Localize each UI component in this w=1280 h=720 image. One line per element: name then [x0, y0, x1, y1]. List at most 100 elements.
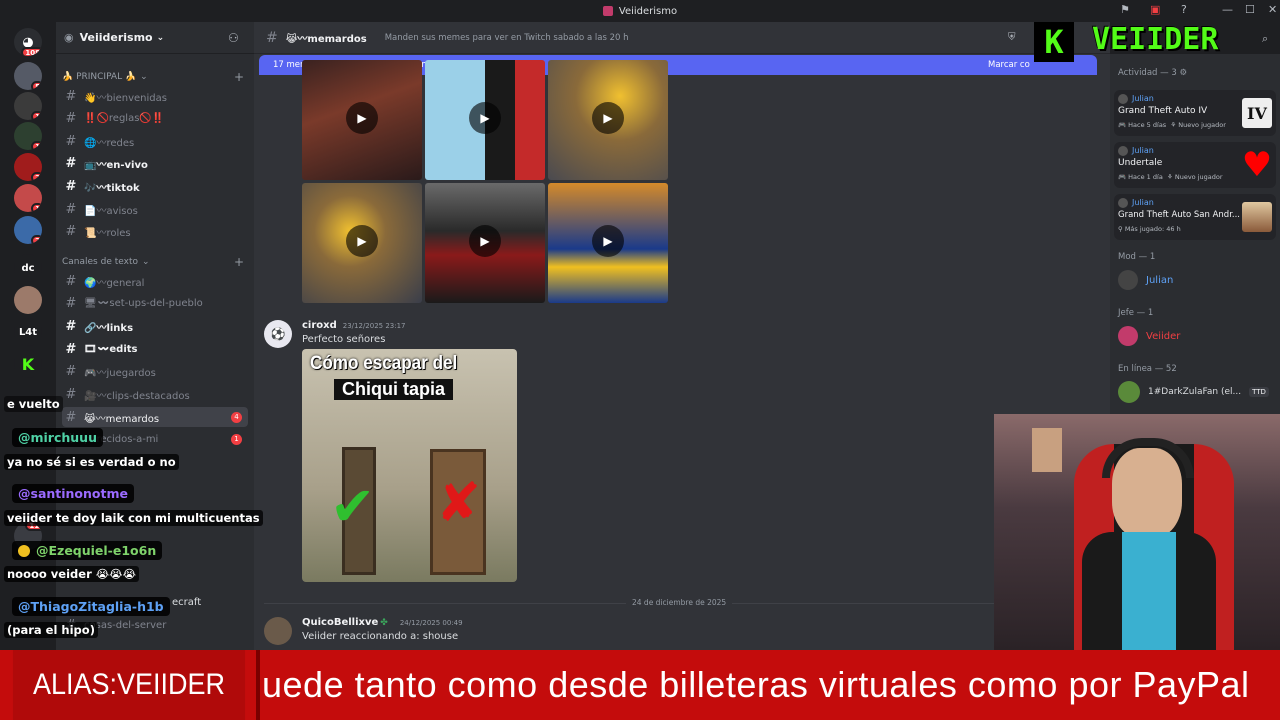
ticker-divider: [256, 650, 260, 720]
message-author[interactable]: ciroxd: [302, 320, 337, 331]
server-icon[interactable]: 5: [14, 62, 42, 90]
check-icon: ✔: [330, 475, 376, 538]
play-icon: ▶: [469, 102, 501, 134]
hash-icon: #: [65, 201, 77, 217]
server-dc[interactable]: dc: [14, 254, 42, 282]
badge-icon: [18, 544, 30, 557]
server-l4t[interactable]: L4t: [14, 318, 42, 346]
hash-icon: #: [65, 318, 77, 334]
home-badge: 108: [21, 47, 42, 56]
member-item[interactable]: Julian: [1118, 270, 1173, 290]
inbox-icon[interactable]: ⚑: [1120, 3, 1130, 16]
hash-icon: #: [266, 29, 278, 46]
channel-item[interactable]: # 🔗〰links: [62, 316, 248, 336]
channel-item[interactable]: # 📜〰roles: [62, 221, 248, 241]
server-icon[interactable]: [14, 286, 42, 314]
activity-card[interactable]: Julian Undertale 🎮 Hace 1 día ⚘ Nuevo ju…: [1114, 142, 1276, 188]
chat-message: noooo veider 😭😭😭: [4, 566, 140, 582]
play-icon: ▶: [346, 102, 378, 134]
avatar: [1118, 326, 1138, 346]
server-icon[interactable]: 2: [14, 216, 42, 244]
channel-item[interactable]: # ‼️🚫reglas🚫‼️: [62, 108, 248, 128]
activity-meta: 🎮 Hace 1 día ⚘ Nuevo jugador: [1118, 173, 1223, 181]
kick-server-icon[interactable]: K: [14, 350, 42, 378]
channel-item[interactable]: # 🌐〰redes: [62, 131, 248, 151]
chat-message: ya no sé si es verdad o no: [4, 454, 179, 470]
channel-item[interactable]: # 👋〰bienvenidas: [62, 86, 248, 106]
window-titlebar: Veiiderismo ⚑ ▣ ? — ☐ ✕: [0, 0, 1280, 22]
category-text-channels[interactable]: Canales de texto ⌄ +: [62, 255, 244, 269]
video-thumbnail[interactable]: ▶: [425, 60, 545, 180]
category-principal[interactable]: 🍌 PRINCIPAL 🍌 ⌄ +: [62, 70, 244, 84]
close-icon[interactable]: ✕: [1268, 3, 1277, 16]
channel-item[interactable]: # 📺〰en-vivo: [62, 153, 248, 173]
activity-card[interactable]: Julian Grand Theft Auto San Andr... ⚲ Má…: [1114, 194, 1276, 240]
chat-username: @santinonotme: [12, 484, 134, 503]
activity-game: Grand Theft Auto IV: [1118, 106, 1208, 116]
hash-icon: #: [65, 273, 77, 289]
hash-icon: #: [65, 363, 77, 379]
server-icon[interactable]: 2: [14, 153, 42, 181]
minimize-icon[interactable]: —: [1222, 3, 1233, 16]
meme-caption-1: Cómo escapar del: [310, 353, 458, 374]
hash-icon: #: [65, 341, 77, 357]
member-item[interactable]: 1#DarkZulaFan (el... TTD: [1118, 381, 1269, 403]
video-thumbnail[interactable]: ▶: [548, 183, 668, 303]
home-button[interactable]: ◕ 108: [14, 28, 42, 56]
logo-text: VEIIDER: [1092, 22, 1219, 57]
message-header: ciroxd 23/12/2025 23:17: [302, 320, 406, 331]
avatar: [1118, 146, 1128, 156]
search-icon[interactable]: ⌕: [1262, 32, 1268, 46]
maximize-icon[interactable]: ☐: [1245, 3, 1255, 16]
channel-item[interactable]: # 🌍〰general: [62, 271, 248, 291]
channel-item[interactable]: # 🎶〰tiktok: [62, 176, 248, 196]
video-thumbnail[interactable]: ▶: [302, 60, 422, 180]
clover-icon: ✤: [380, 618, 388, 628]
message-time: 23/12/2025 23:17: [342, 322, 406, 330]
server-tag: TTD: [1249, 387, 1269, 397]
server-icon[interactable]: 1: [14, 122, 42, 150]
avatar: [1118, 198, 1128, 208]
message-author[interactable]: QuicoBellixve: [302, 617, 378, 628]
meme-caption-2: Chiqui tapia: [334, 379, 453, 400]
channel-item[interactable]: # 🎮〰juegardos: [62, 361, 248, 381]
hash-icon: #: [65, 133, 77, 149]
add-channel-icon[interactable]: +: [234, 255, 244, 269]
gear-icon[interactable]: ⚙: [1179, 68, 1187, 78]
video-thumbnail[interactable]: ▶: [302, 183, 422, 303]
activity-user: Julian: [1132, 94, 1154, 103]
screen-icon[interactable]: ▣: [1150, 3, 1160, 16]
channel-item[interactable]: # 📄〰avisos: [62, 199, 248, 219]
ticker-text: uede tanto como desde billeteras virtual…: [262, 664, 1250, 705]
meme-image[interactable]: Cómo escapar del Chiqui tapia ✔ ✘: [302, 349, 517, 582]
channel-item[interactable]: # 🖥〰set-ups-del-pueblo: [62, 293, 248, 313]
message-text: Perfecto señores: [302, 334, 386, 345]
threads-icon[interactable]: ⛨: [1008, 32, 1016, 43]
help-icon[interactable]: ?: [1181, 3, 1187, 16]
donation-ticker: ALIAS:VEIIDER uede tanto como desde bill…: [0, 650, 1280, 720]
video-thumbnail[interactable]: ▶: [548, 60, 668, 180]
activity-card[interactable]: Julian Grand Theft Auto IV 🎮 Hace 5 días…: [1114, 90, 1276, 136]
chevron-down-icon: ⌄: [140, 72, 148, 82]
webcam-feed: [994, 414, 1280, 650]
activity-header: Actividad — 3 ⚙: [1118, 68, 1188, 78]
play-icon: ▶: [592, 102, 624, 134]
member-item[interactable]: Veiider: [1118, 326, 1180, 346]
server-header[interactable]: ◉ Veiiderismo ⌄ ⚇: [56, 22, 254, 54]
avatar[interactable]: ⚽: [264, 320, 292, 348]
heart-icon: ♥: [1241, 145, 1273, 185]
game-art: IV: [1242, 98, 1272, 128]
group-header: En línea — 52: [1118, 364, 1177, 374]
server-icon[interactable]: 1: [14, 184, 42, 212]
add-channel-icon[interactable]: +: [234, 70, 244, 84]
mark-read-button[interactable]: Marcar co: [988, 60, 1030, 70]
chat-user-row: @Ezequiel-e1o6n: [12, 541, 163, 560]
server-status-icon: ◉: [64, 31, 74, 44]
channel-item[interactable]: # 🎞〰edits: [62, 339, 248, 359]
server-icon[interactable]: 1: [14, 92, 42, 120]
ticker-alias: ALIAS:VEIIDER: [12, 650, 246, 720]
activity-meta: ⚲ Más jugado: 46 h: [1118, 225, 1181, 233]
video-thumbnail[interactable]: ▶: [425, 183, 545, 303]
add-member-icon[interactable]: ⚇: [228, 31, 239, 45]
hash-icon: #: [65, 178, 77, 194]
